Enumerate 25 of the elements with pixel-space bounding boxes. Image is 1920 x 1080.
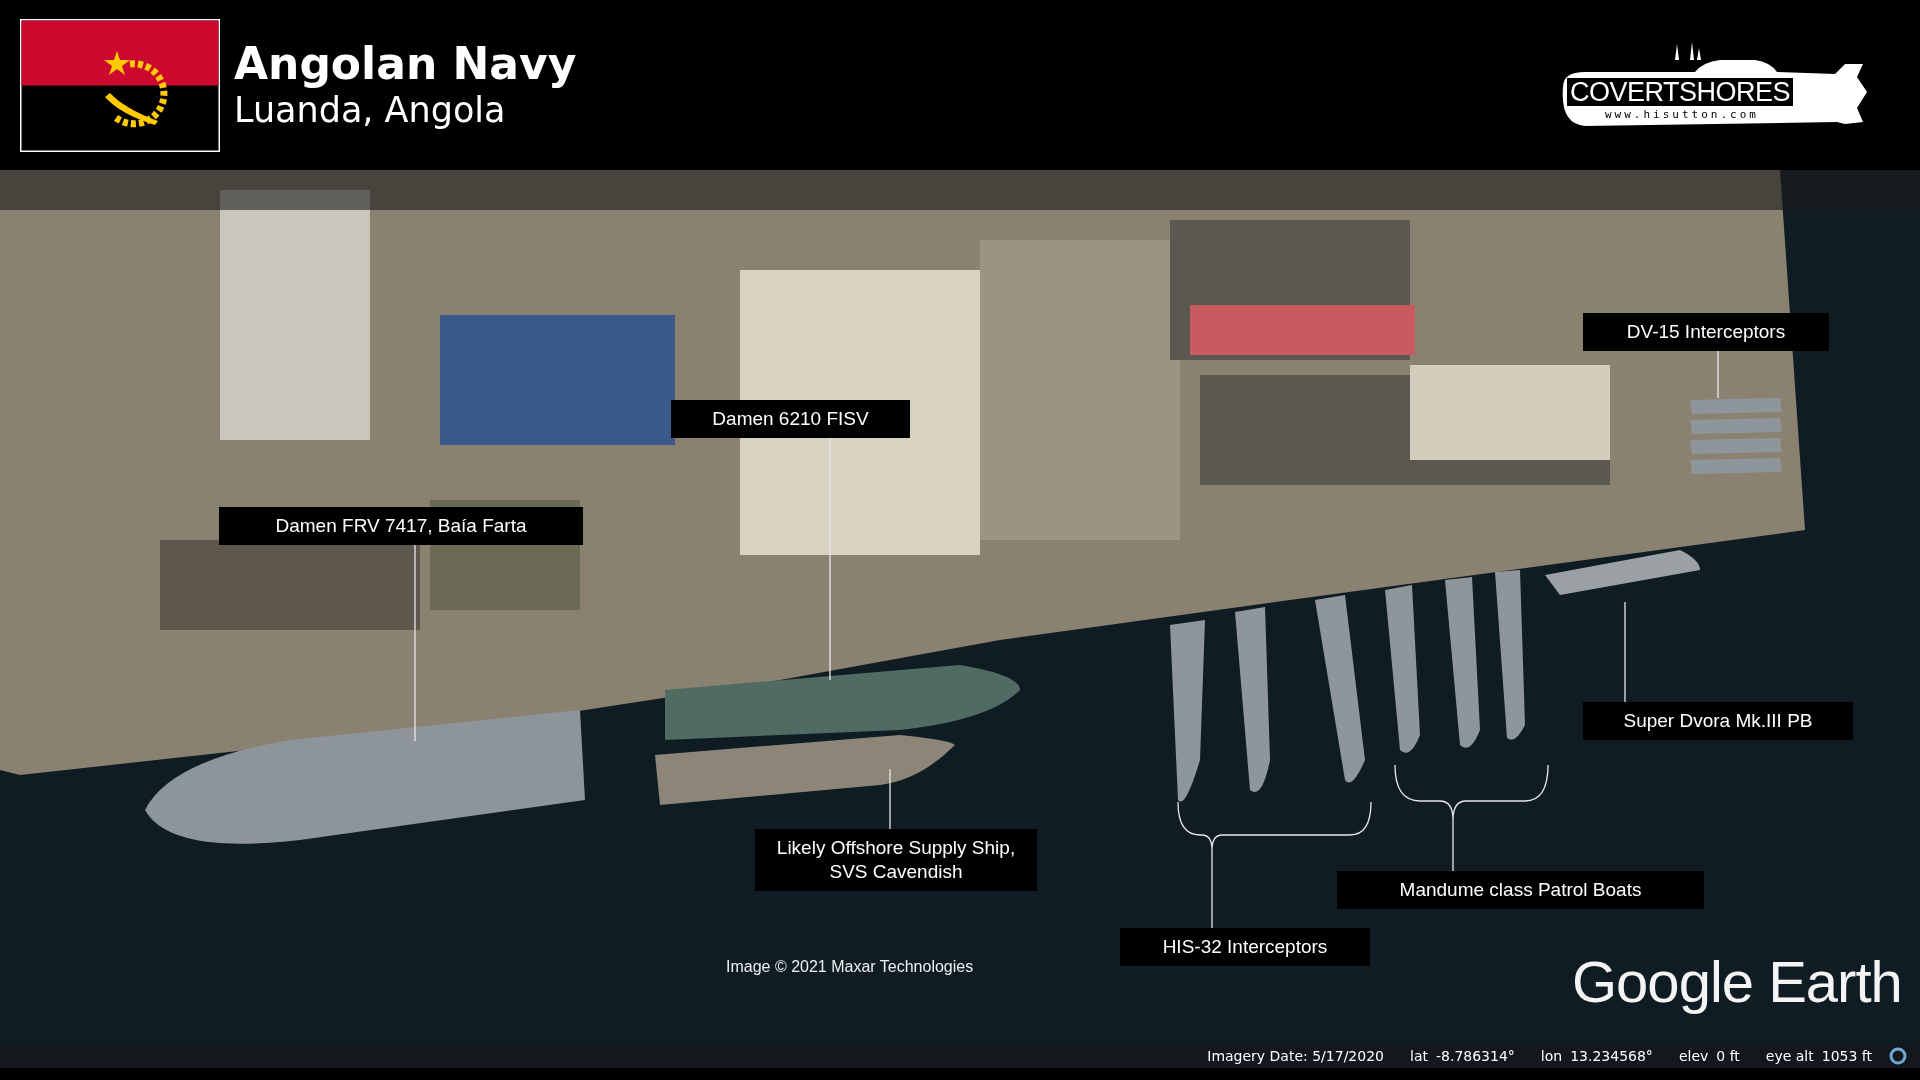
status-value: 0 ft xyxy=(1716,1047,1740,1064)
leader-line xyxy=(889,768,891,830)
annotation-label: HIS-32 Interceptors xyxy=(1120,928,1370,966)
annotation-label: Damen FRV 7417, Baía Farta xyxy=(219,507,583,545)
status-label: elev xyxy=(1678,1047,1709,1064)
page-title: Angolan Navy xyxy=(234,38,577,90)
status-ring-icon xyxy=(1888,1045,1908,1066)
annotation-label: Likely Offshore Supply Ship, SVS Cavendish xyxy=(755,829,1037,891)
page-subtitle: Luanda, Angola xyxy=(234,89,507,132)
status-value: 1053 ft xyxy=(1821,1047,1872,1064)
logo-url: www.hisutton.com xyxy=(1605,109,1759,121)
status-value: 13.234568° xyxy=(1570,1047,1653,1064)
status-label: lat xyxy=(1410,1047,1428,1064)
status-value: -8.786314° xyxy=(1435,1047,1515,1064)
logo-wordmark: COVERTSHORES xyxy=(1567,78,1794,106)
status-label: lon xyxy=(1540,1047,1563,1064)
status-label: eye alt xyxy=(1765,1047,1814,1064)
status-value: Imagery Date: 5/17/2020 xyxy=(1207,1047,1384,1064)
leader-line xyxy=(1717,350,1719,399)
imagery-credit: Image © 2021 Maxar Technologies xyxy=(726,958,974,976)
annotation-label: Mandume class Patrol Boats xyxy=(1337,871,1704,909)
google-earth-logo: Google Earth xyxy=(1572,948,1902,1015)
annotation-label: DV-15 Interceptors xyxy=(1583,313,1829,351)
annotation-label: Damen 6210 FISV xyxy=(671,400,910,438)
annotation-label: Super Dvora Mk.III PB xyxy=(1583,702,1853,740)
